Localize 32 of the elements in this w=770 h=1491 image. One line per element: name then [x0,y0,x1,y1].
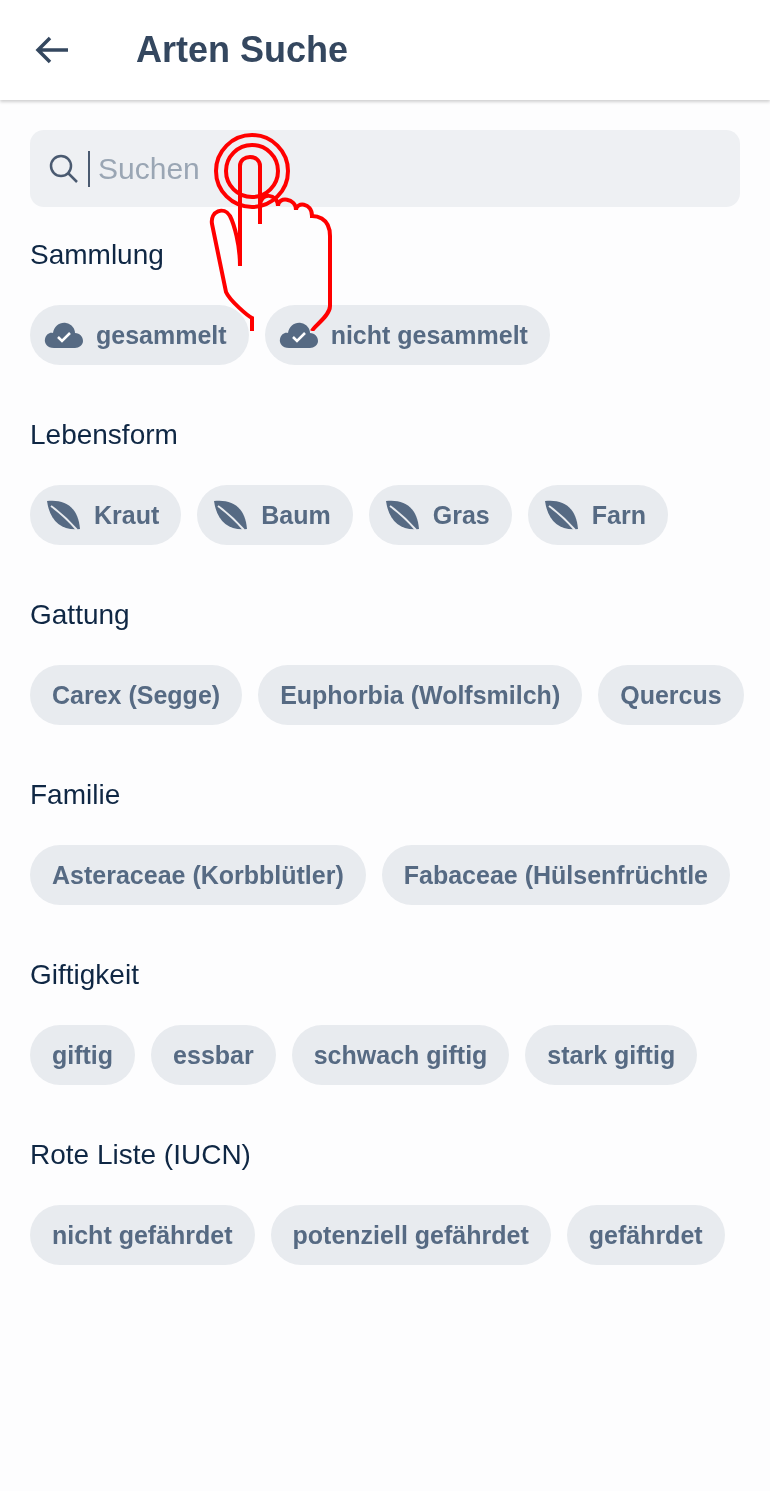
section-heading: Familie [30,778,122,812]
section-heading: Giftigkeit [30,958,140,992]
filter-chip[interactable]: Carex (Segge) [30,665,243,725]
leaf-icon [44,498,82,532]
filter-chip[interactable]: gefährdet [566,1205,725,1265]
filter-chip[interactable]: essbar [151,1025,276,1085]
section-heading: Gattung [30,598,131,632]
search-input[interactable]: Suchen [98,148,740,189]
search-icon [48,152,80,185]
cloud-check-icon [44,321,84,349]
section-heading: Rote Liste (IUCN) [30,1138,252,1172]
section-heading: Lebensform [30,418,179,452]
filter-chip[interactable]: Farn [527,485,668,545]
filter-chip[interactable]: giftig [30,1025,136,1085]
cloud-check-icon [278,321,319,349]
filter-chip[interactable]: Fabaceae (Hülsenfrüchtle [381,845,730,905]
filter-chip[interactable]: nicht gesammelt [264,305,550,365]
filter-chip[interactable]: Baum [197,485,353,545]
section-heading: Sammlung [30,238,165,272]
page-title: Arten Suche [136,29,349,71]
filter-chip[interactable]: stark giftig [525,1025,698,1085]
filter-chip[interactable]: Gras [368,485,512,545]
filter-chip[interactable]: Asteraceae (Korbblütler) [30,845,366,905]
filter-chip[interactable]: Euphorbia (Wolfsmilch) [258,665,583,725]
filter-chip[interactable]: nicht gefährdet [30,1205,255,1265]
filter-chip[interactable]: gesammelt [30,305,249,365]
filter-chip[interactable]: Quercus [598,665,744,725]
leaf-icon [211,498,250,532]
filter-chip[interactable]: Kraut [30,485,182,545]
filter-chip[interactable]: potenziell gefährdet [270,1205,551,1265]
search-field[interactable]: Suchen [30,130,740,207]
filter-chip[interactable]: schwach giftig [291,1025,510,1085]
